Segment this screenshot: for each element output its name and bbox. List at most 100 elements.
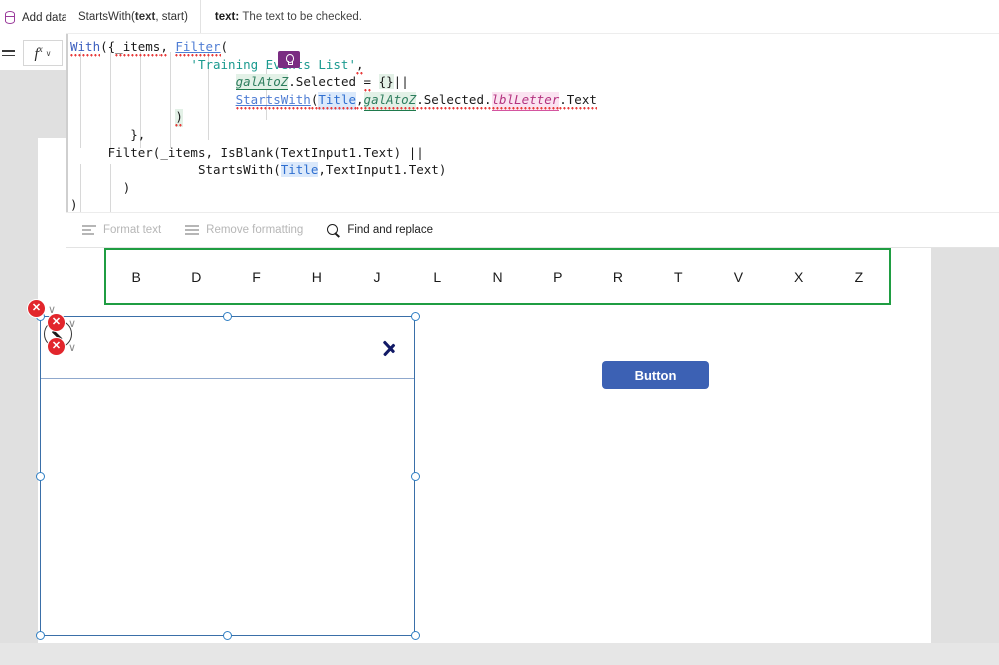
container-header[interactable] bbox=[41, 317, 414, 379]
error-x-icon: ✕ bbox=[31, 302, 42, 314]
token-empty-record: {} bbox=[378, 74, 394, 90]
gallery-item-letter[interactable]: T bbox=[648, 269, 708, 285]
database-icon bbox=[4, 11, 17, 25]
error-x-icon: ✕ bbox=[51, 340, 62, 352]
remove-formatting-label: Remove formatting bbox=[206, 224, 304, 236]
token-prop-selected: Selected bbox=[295, 74, 357, 90]
find-and-replace-label: Find and replace bbox=[347, 224, 433, 236]
format-text-button[interactable]: Format text bbox=[82, 224, 161, 236]
formula-line[interactable]: StartsWith(Title,galAtoZ.Selected.lblLet… bbox=[66, 91, 999, 111]
token-comma: , bbox=[356, 56, 364, 75]
gallery-item-letter[interactable]: B bbox=[106, 269, 166, 285]
add-data-label[interactable]: Add data bbox=[22, 12, 68, 24]
token-dot: . bbox=[559, 91, 567, 110]
gallery-item-letter[interactable]: X bbox=[769, 269, 829, 285]
gallery-hint-badge[interactable] bbox=[278, 51, 300, 68]
token-comma: , bbox=[160, 39, 168, 57]
signature-suffix: , start) bbox=[155, 10, 188, 23]
button-control[interactable]: Button bbox=[602, 361, 709, 389]
gallery-item-letter[interactable]: H bbox=[287, 269, 347, 285]
token-column-title: Title bbox=[318, 91, 357, 110]
canvas-topleft-fill bbox=[0, 70, 66, 138]
gallery-item-letter[interactable]: P bbox=[528, 269, 588, 285]
gallery-item-letter[interactable]: R bbox=[588, 269, 648, 285]
canvas-left-gutter bbox=[0, 70, 38, 665]
resize-handle-middle-right[interactable] bbox=[411, 472, 420, 481]
error-badge[interactable]: ✕ bbox=[48, 314, 65, 331]
gallery-item-letter[interactable]: L bbox=[407, 269, 467, 285]
error-x-icon: ✕ bbox=[51, 316, 62, 328]
formula-code-area[interactable]: With({_items, Filter( 'Training Events L… bbox=[66, 34, 999, 212]
formula-line[interactable]: StartsWith(Title,TextInput1.Text) bbox=[66, 161, 999, 179]
token-function-startswith: StartsWith bbox=[197, 162, 274, 178]
chevron-down-icon[interactable]: ∨ bbox=[46, 49, 52, 58]
parameter-description: text: The text to be checked. bbox=[201, 0, 376, 33]
token-close-paren: ) bbox=[122, 179, 131, 195]
gallery-item-letter[interactable]: N bbox=[467, 269, 527, 285]
error-badge[interactable]: ✕ bbox=[28, 300, 45, 317]
resize-handle-middle-left[interactable] bbox=[36, 472, 45, 481]
chevron-right-icon[interactable] bbox=[382, 335, 397, 361]
formula-line[interactable]: ) bbox=[66, 179, 999, 197]
parameter-name: text: bbox=[214, 10, 240, 23]
gallery-item-letter[interactable]: F bbox=[226, 269, 286, 285]
token-comma: , bbox=[318, 162, 326, 178]
canvas-bottom-gutter bbox=[0, 643, 999, 665]
token-dot: . bbox=[416, 91, 424, 110]
signature-prefix: StartsWith( bbox=[78, 10, 135, 23]
app-root: B D F H J L N P R T V X Z ✕ ∨ ✕ ∨ ✕ ∨ Bu… bbox=[0, 0, 999, 665]
error-caret-icon[interactable]: ∨ bbox=[68, 319, 76, 330]
hamburger-icon[interactable] bbox=[2, 49, 18, 57]
token-var-items: _items bbox=[160, 144, 206, 160]
gallery-item-letter[interactable]: D bbox=[166, 269, 226, 285]
find-and-replace-button[interactable]: Find and replace bbox=[327, 223, 433, 237]
token-dot: . bbox=[483, 91, 492, 110]
token-function-startswith: StartsWith bbox=[235, 91, 311, 110]
error-badge[interactable]: ✕ bbox=[48, 338, 65, 355]
fx-toggle-button[interactable]: fx ∨ bbox=[23, 40, 63, 66]
resize-handle-bottom-center[interactable] bbox=[223, 631, 232, 640]
error-caret-icon[interactable]: ∨ bbox=[68, 343, 76, 354]
token-paren: ) bbox=[438, 162, 447, 178]
command-bar: Add data ∨ bbox=[0, 0, 79, 36]
lightbulb-icon bbox=[286, 54, 294, 65]
formula-line[interactable]: ) bbox=[66, 196, 999, 212]
formula-line[interactable]: With({_items, Filter( bbox=[66, 38, 999, 57]
formula-line[interactable]: 'Training Events List', bbox=[66, 56, 999, 75]
gallery-item-letter[interactable]: V bbox=[708, 269, 768, 285]
alphabet-gallery[interactable]: B D F H J L N P R T V X Z bbox=[104, 248, 891, 305]
token-var-items: _items bbox=[115, 39, 161, 57]
token-operator-or: || bbox=[393, 74, 409, 90]
resize-handle-top-center[interactable] bbox=[223, 312, 232, 321]
token-column-title: Title bbox=[280, 162, 319, 178]
token-punct: ({ bbox=[100, 39, 116, 54]
remove-formatting-button[interactable]: Remove formatting bbox=[185, 224, 303, 236]
fx-label: fx bbox=[34, 43, 43, 62]
selected-container[interactable] bbox=[40, 316, 415, 636]
gallery-item-letter[interactable]: J bbox=[347, 269, 407, 285]
formula-line[interactable]: galAtoZ.Selected = {}|| bbox=[66, 73, 999, 93]
formula-line[interactable]: Filter(_items, IsBlank(TextInput1.Text) … bbox=[66, 144, 999, 162]
resize-handle-top-right[interactable] bbox=[411, 312, 420, 321]
remove-formatting-icon bbox=[185, 225, 200, 235]
gallery-item-letter[interactable]: Z bbox=[829, 269, 889, 285]
search-icon bbox=[327, 223, 340, 237]
formula-intellisense-tooltip: StartsWith(text, start) text: The text t… bbox=[66, 0, 999, 34]
formula-line[interactable]: ) bbox=[66, 108, 999, 128]
token-function-filter: Filter bbox=[175, 39, 221, 57]
token-paren: ( bbox=[220, 39, 229, 54]
resize-handle-bottom-right[interactable] bbox=[411, 631, 420, 640]
resize-handle-bottom-left[interactable] bbox=[36, 631, 45, 640]
formula-editor-panel[interactable]: StartsWith(text, start) text: The text t… bbox=[66, 0, 999, 248]
token-control-galatoz: galAtoZ bbox=[235, 74, 289, 91]
formula-line[interactable]: }, bbox=[66, 126, 999, 144]
token-dot: . bbox=[401, 162, 409, 178]
token-prop-text: Text bbox=[363, 144, 394, 160]
